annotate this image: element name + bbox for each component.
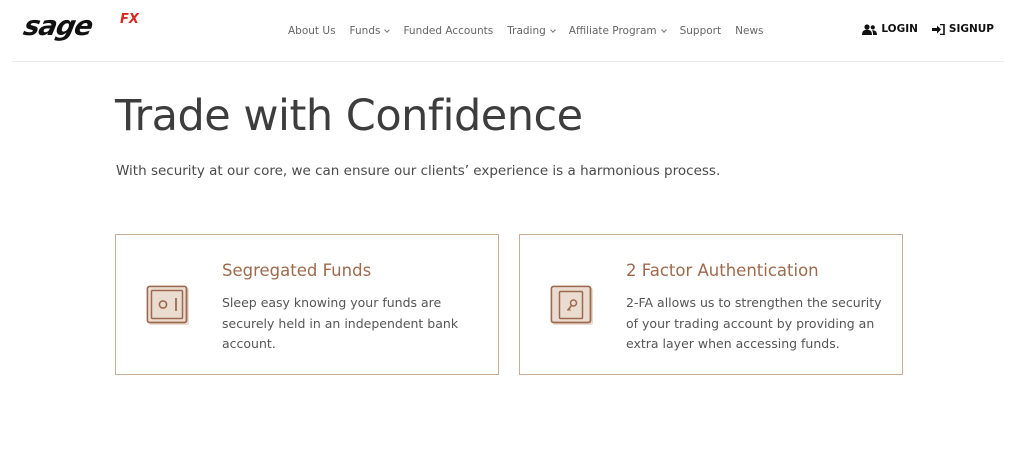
feature-card-segregated-funds: Segregated Funds Sleep easy knowing your… bbox=[115, 234, 499, 375]
nav-item-funds[interactable]: Funds bbox=[349, 25, 391, 37]
chevron-down-icon bbox=[549, 26, 556, 33]
nav-item-support[interactable]: Support bbox=[680, 25, 722, 37]
nav-item-affiliate-program[interactable]: Affiliate Program bbox=[568, 25, 667, 37]
logo-wordmark: sage bbox=[20, 11, 96, 42]
safe-icon bbox=[146, 285, 189, 325]
nav-item-label: Funded Accounts bbox=[403, 25, 494, 37]
users-icon bbox=[862, 23, 878, 35]
nav-item-news[interactable]: News bbox=[735, 25, 763, 37]
nav-item-trading[interactable]: Trading bbox=[507, 25, 556, 37]
auth-links: LOGIN SIGNUP bbox=[848, 23, 994, 35]
signup-label: SIGNUP bbox=[948, 23, 994, 35]
sign-in-icon bbox=[931, 23, 945, 35]
signup-button[interactable]: SIGNUP bbox=[931, 23, 994, 35]
nav-item-label: News bbox=[735, 25, 764, 37]
chevron-down-icon bbox=[384, 26, 391, 33]
sagefx-logo[interactable]: sage FX bbox=[21, 10, 154, 44]
nav-item-label: Support bbox=[679, 25, 722, 37]
main-nav: About Us Funds Funded Accounts Trading A… bbox=[288, 23, 778, 39]
card-title: 2 Factor Authentication bbox=[626, 261, 819, 280]
nav-item-label: Funds bbox=[349, 25, 381, 37]
card-text: Sleep easy knowing your funds are secure… bbox=[222, 295, 459, 351]
card-text: 2-FA allows us to strengthen the securit… bbox=[626, 295, 882, 351]
site-header: sage FX About Us Funds Funded Accounts T… bbox=[0, 0, 1024, 62]
logo-fx-mark: FX bbox=[120, 12, 139, 27]
nav-item-label: About Us bbox=[288, 25, 336, 37]
feature-card-two-factor-auth: 2 Factor Authentication 2-FA allows us t… bbox=[519, 234, 903, 375]
page-title: Trade with Confidence bbox=[115, 91, 583, 141]
page-subtitle: With security at our core, we can ensure… bbox=[116, 163, 721, 179]
header-divider bbox=[12, 61, 1004, 62]
login-label: LOGIN bbox=[881, 23, 918, 35]
chevron-down-icon bbox=[660, 26, 667, 33]
card-title: Segregated Funds bbox=[222, 261, 372, 280]
nav-item-label: Affiliate Program bbox=[568, 25, 657, 37]
secure-door-icon bbox=[550, 285, 593, 325]
nav-item-funded-accounts[interactable]: Funded Accounts bbox=[403, 25, 493, 37]
nav-item-label: Trading bbox=[507, 25, 546, 37]
nav-item-about-us[interactable]: About Us bbox=[288, 25, 336, 37]
login-button[interactable]: LOGIN bbox=[862, 23, 918, 35]
